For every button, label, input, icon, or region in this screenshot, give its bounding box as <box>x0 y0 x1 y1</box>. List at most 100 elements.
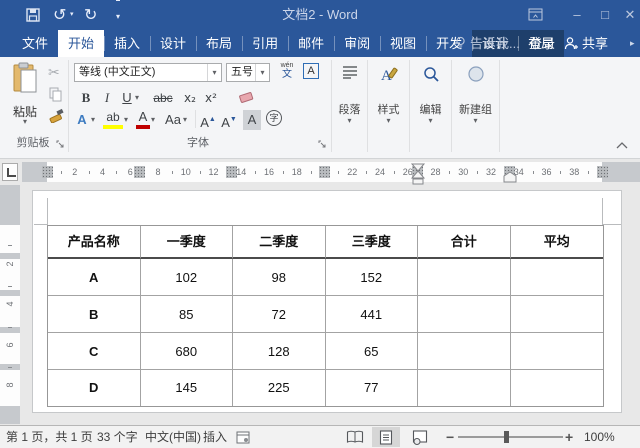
table-cell[interactable] <box>418 259 511 296</box>
table-column-marker[interactable] <box>226 166 237 178</box>
redo-icon[interactable]: ↻ <box>84 0 97 30</box>
right-indent-marker[interactable] <box>503 170 517 188</box>
print-layout-button[interactable] <box>372 427 400 447</box>
tab-设计[interactable]: 设计 <box>150 30 196 57</box>
insert-mode-indicator[interactable]: 插入 <box>203 426 227 448</box>
styles-group[interactable]: A样式▾ <box>368 57 409 152</box>
tab-布局[interactable]: 布局 <box>196 30 242 57</box>
undo-icon[interactable]: ↺ <box>53 0 66 30</box>
table-cell[interactable]: A <box>48 259 141 296</box>
tab-审阅[interactable]: 审阅 <box>334 30 380 57</box>
share-button[interactable]: 共享 <box>564 30 608 57</box>
table-column-marker[interactable] <box>597 166 608 178</box>
indent-markers[interactable] <box>410 163 426 190</box>
web-layout-button[interactable] <box>406 427 434 447</box>
page-info[interactable]: 第 1 页，共 1 页 <box>6 426 93 448</box>
table-cell[interactable] <box>511 259 604 296</box>
zoom-out-button[interactable]: − <box>446 426 454 448</box>
highlight-dropdown-icon[interactable]: ▾ <box>124 110 128 130</box>
bold-button[interactable]: B <box>78 88 94 108</box>
copy-icon[interactable] <box>49 87 63 107</box>
minimize-button[interactable]: – <box>566 0 588 30</box>
undo-dropdown-icon[interactable]: ▾ <box>70 0 74 30</box>
tell-me-box[interactable]: 告诉我... <box>455 30 520 57</box>
zoom-level[interactable]: 100% <box>584 426 615 448</box>
table-row-marker[interactable] <box>0 327 20 333</box>
table-header-cell[interactable]: 产品名称 <box>48 226 141 259</box>
table-cell[interactable]: 128 <box>233 333 326 370</box>
font-color-button[interactable]: A <box>136 110 150 129</box>
macro-record-icon[interactable] <box>236 431 250 448</box>
table-column-marker[interactable] <box>319 166 330 178</box>
clipboard-dialog-launcher-icon[interactable] <box>56 136 66 146</box>
table-cell[interactable]: 98 <box>233 259 326 296</box>
save-icon[interactable] <box>26 0 40 30</box>
table-column-marker[interactable] <box>42 166 53 178</box>
strikethrough-button[interactable]: abc <box>150 88 176 108</box>
collapse-ribbon-icon[interactable] <box>612 141 632 152</box>
table-cell[interactable] <box>418 370 511 406</box>
character-border-button[interactable]: A <box>303 63 319 79</box>
enclose-characters-button[interactable]: 字 <box>266 110 282 126</box>
tab-邮件[interactable]: 邮件 <box>288 30 334 57</box>
close-button[interactable]: ✕ <box>619 0 640 30</box>
tab-引用[interactable]: 引用 <box>242 30 288 57</box>
character-shading-button[interactable]: A <box>243 110 261 130</box>
table-cell[interactable]: 145 <box>141 370 234 406</box>
paragraph-group[interactable]: 段落▾ <box>332 57 367 152</box>
change-case-dropdown-icon[interactable]: ▾ <box>183 110 187 130</box>
cut-icon[interactable]: ✂ <box>48 65 60 81</box>
table-cell[interactable]: 102 <box>141 259 234 296</box>
tab-插入[interactable]: 插入 <box>104 30 150 57</box>
font-dialog-launcher-icon[interactable] <box>318 136 328 146</box>
table-cell[interactable]: D <box>48 370 141 406</box>
table-header-cell[interactable]: 一季度 <box>141 226 234 259</box>
table-cell[interactable]: 77 <box>326 370 419 406</box>
horizontal-ruler[interactable]: 246810121416182022242628303234363840 <box>22 162 640 182</box>
highlight-button[interactable]: ab <box>103 110 123 129</box>
underline-dropdown-icon[interactable]: ▾ <box>135 88 139 108</box>
table-cell[interactable] <box>511 296 604 333</box>
chevron-down-icon[interactable]: ▾ <box>410 116 451 125</box>
paste-dropdown-icon[interactable]: ▾ <box>4 117 46 126</box>
ribbon-display-options-icon[interactable] <box>524 0 546 30</box>
zoom-slider-track[interactable] <box>458 436 563 438</box>
table-cell[interactable]: 65 <box>326 333 419 370</box>
table-cell[interactable]: 152 <box>326 259 419 296</box>
table-cell[interactable]: 85 <box>141 296 234 333</box>
table-cell[interactable]: 680 <box>141 333 234 370</box>
editing-group[interactable]: 编辑▾ <box>410 57 451 152</box>
document-page[interactable]: 产品名称一季度二季度三季度合计平均A10298152B8572441C68012… <box>32 190 622 413</box>
chevron-down-icon[interactable]: ▾ <box>332 116 367 125</box>
maximize-button[interactable]: □ <box>594 0 616 30</box>
text-effects-dropdown-icon[interactable]: ▾ <box>91 110 95 130</box>
language-indicator[interactable]: 中文(中国) <box>145 426 201 448</box>
chevron-down-icon[interactable]: ▾ <box>452 116 499 125</box>
tab-scroll-arrow-icon[interactable]: ▸ <box>630 30 635 57</box>
change-case-button[interactable]: Aa <box>163 110 183 130</box>
chevron-down-icon[interactable]: ▾ <box>368 116 409 125</box>
table-header-cell[interactable]: 合计 <box>418 226 511 259</box>
font-name-combo[interactable]: 等线 (中文正文) ▾ <box>74 63 222 82</box>
table-header-cell[interactable]: 平均 <box>511 226 604 259</box>
clear-formatting-icon[interactable] <box>237 90 255 109</box>
table-cell[interactable] <box>418 296 511 333</box>
paste-button[interactable]: 粘贴 ▾ <box>4 62 46 129</box>
font-color-dropdown-icon[interactable]: ▾ <box>151 110 155 130</box>
table-cell[interactable]: 225 <box>233 370 326 406</box>
new-group[interactable]: 新建组▾ <box>452 57 499 152</box>
table-column-marker[interactable] <box>134 166 145 178</box>
table-cell[interactable]: C <box>48 333 141 370</box>
subscript-button[interactable]: x₂ <box>181 88 199 108</box>
tab-file[interactable]: 文件 <box>8 30 62 57</box>
format-painter-icon[interactable] <box>48 107 64 128</box>
sign-in-button[interactable]: 登录 <box>529 30 555 57</box>
table-cell[interactable] <box>511 333 604 370</box>
table-cell[interactable]: 72 <box>233 296 326 333</box>
shrink-font-button[interactable]: A▼ <box>221 110 237 130</box>
text-effects-button[interactable]: A <box>74 110 90 130</box>
chevron-down-icon[interactable]: ▾ <box>207 64 221 81</box>
grow-font-button[interactable]: A▲ <box>200 110 216 130</box>
table-header-cell[interactable]: 二季度 <box>233 226 326 259</box>
qat-customize-icon[interactable]: ▾ <box>116 0 120 30</box>
